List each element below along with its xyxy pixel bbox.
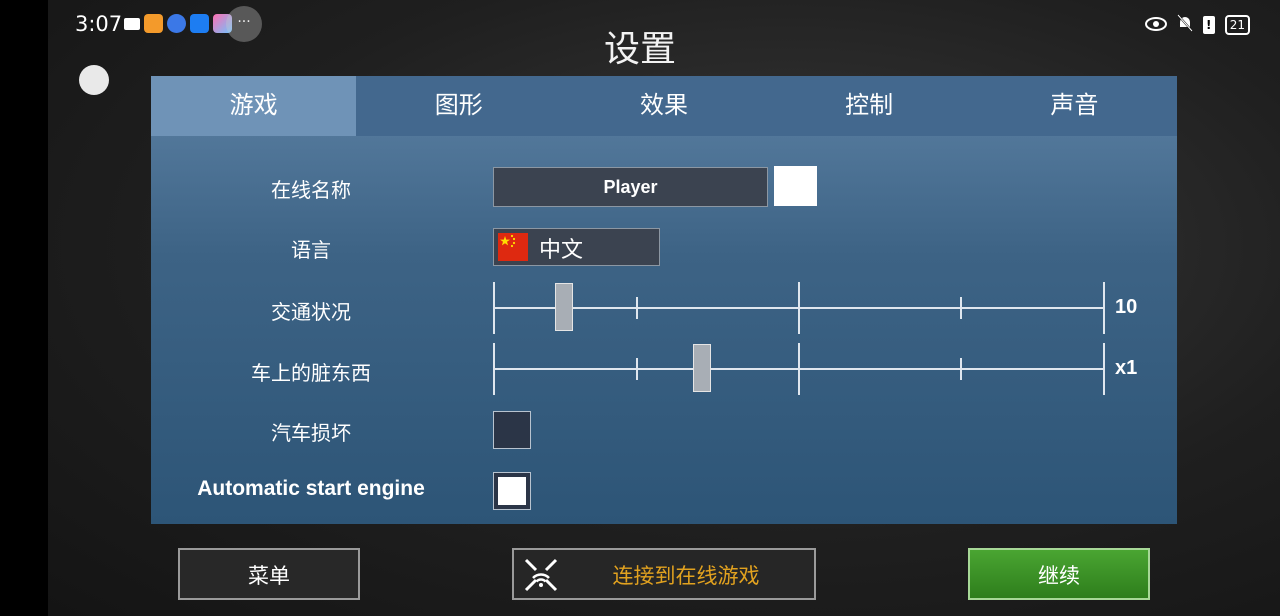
continue-button[interactable]: 继续 [968,548,1150,600]
online-wifi-icon [522,556,560,594]
damage-checkbox[interactable] [493,411,531,449]
slider-tick [960,358,962,380]
slider-tick [636,358,638,380]
auto-start-checkbox[interactable] [493,472,531,510]
traffic-value: 10 [1115,296,1138,318]
slider-tick [493,343,495,395]
menu-button[interactable]: 菜单 [178,548,360,600]
name-color-picker[interactable] [774,166,817,206]
tab-effects[interactable]: 效果 [561,76,766,136]
auto-start-label: Automatic start engine [197,477,425,500]
language-value: 中文 [539,238,584,263]
dirt-value: x1 [1115,357,1138,379]
tab-sound[interactable]: 声音 [972,76,1177,136]
connect-online-button[interactable]: 连接到在线游戏 [512,548,816,600]
tab-graphics[interactable]: 图形 [356,76,561,136]
damage-label: 汽车损坏 [271,421,351,445]
connect-online-label: 连接到在线游戏 [612,564,760,588]
checkbox-fill [498,477,526,505]
tab-controls[interactable]: 控制 [767,76,972,136]
dirt-label: 车上的脏东西 [251,361,371,385]
slider-tick [798,282,800,334]
traffic-slider[interactable] [493,282,1105,338]
slider-tick [1103,282,1105,334]
slider-tick [493,282,495,334]
slider-tick [798,343,800,395]
settings-panel: 游戏 图形 效果 控制 声音 在线名称 Player 语言 中文 交通状况 10… [151,76,1177,524]
slider-tick [636,297,638,319]
slider-tick [1103,343,1105,395]
slider-thumb[interactable] [693,344,711,392]
page-title: 设置 [603,29,676,70]
online-name-input[interactable]: Player [493,167,768,207]
settings-tabs: 游戏 图形 效果 控制 声音 [151,76,1177,136]
traffic-label: 交通状况 [271,300,351,324]
slider-thumb[interactable] [555,283,573,331]
slider-tick [960,297,962,319]
dirt-slider[interactable] [493,343,1105,399]
language-select[interactable]: 中文 [493,228,660,266]
online-name-label: 在线名称 [271,178,351,202]
language-label: 语言 [291,238,331,262]
tab-game[interactable]: 游戏 [151,76,357,136]
china-flag-icon [498,233,528,261]
